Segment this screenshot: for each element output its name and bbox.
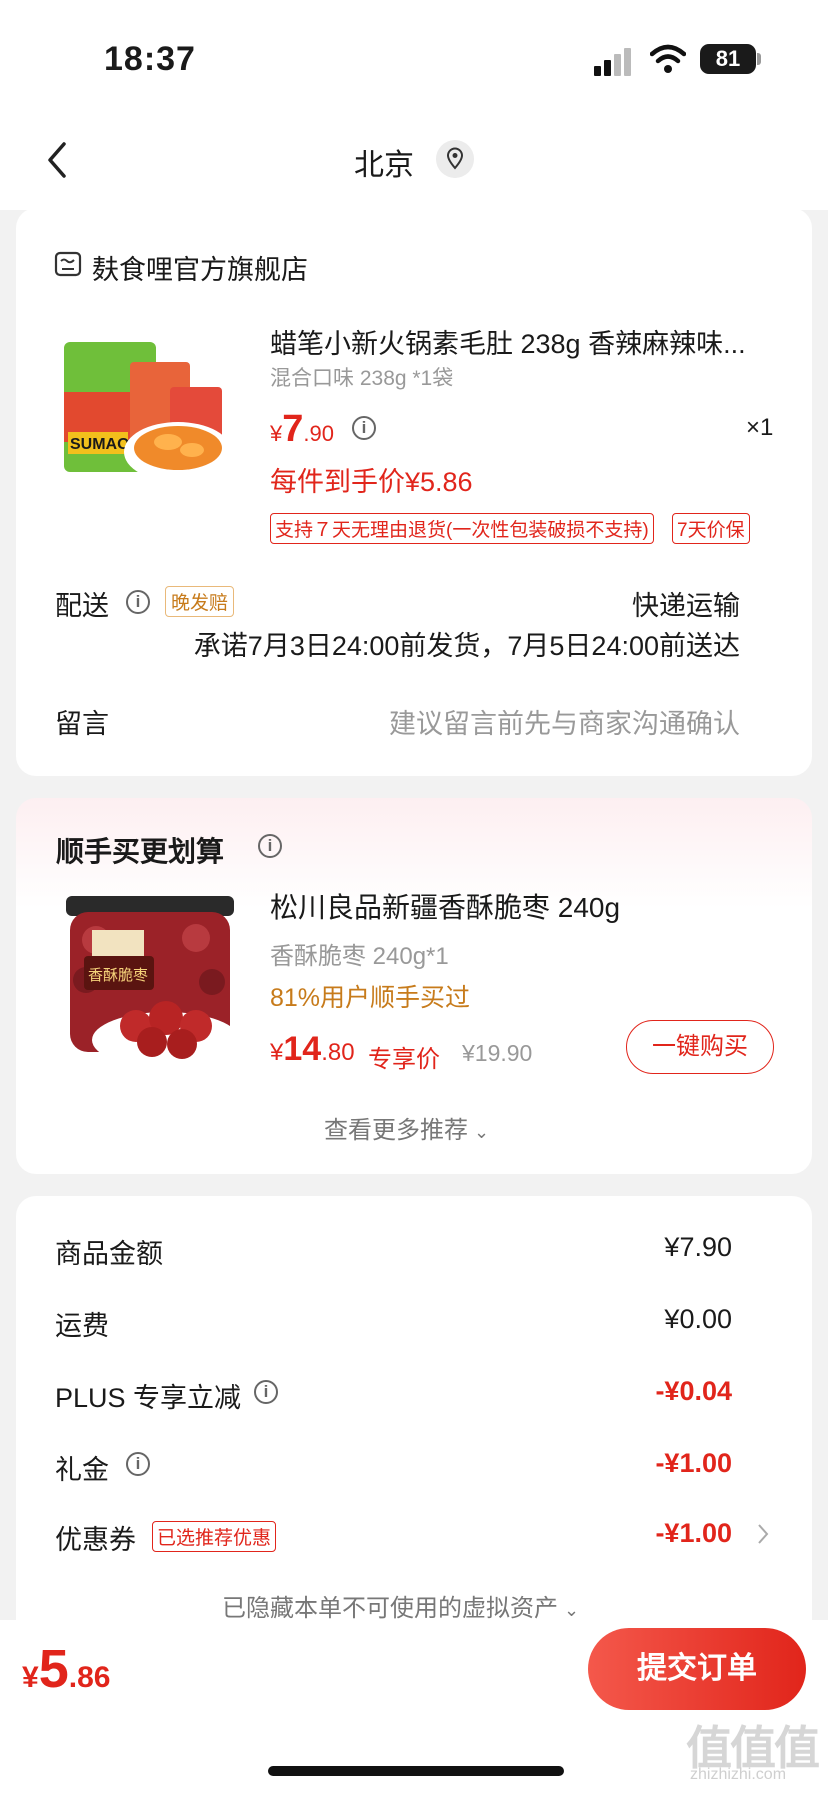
summary-row-value: ¥0.00 — [664, 1304, 732, 1334]
product-qty: ×1 — [746, 414, 774, 441]
total-price: ¥5.86 — [22, 1639, 111, 1699]
price-protect-tag: 7天价保 — [672, 513, 750, 544]
nav-city-title[interactable]: 北京 — [354, 140, 414, 184]
delivery-info-icon[interactable] — [126, 590, 150, 614]
signal-icon — [594, 48, 636, 76]
product-spec[interactable]: 混合口味 238g *1袋 — [270, 362, 453, 392]
summary-row-value: ¥7.90 — [664, 1232, 732, 1262]
back-icon[interactable] — [44, 140, 74, 180]
recommend-product-image[interactable]: 香酥脆枣 — [56, 890, 244, 1074]
svg-text:香酥脆枣: 香酥脆枣 — [88, 966, 148, 984]
plus-info-icon[interactable] — [254, 1380, 278, 1404]
recommend-price: ¥14.80 — [270, 1030, 355, 1068]
chevron-right-icon[interactable] — [756, 1522, 770, 1546]
return-policy-tag: 支持７天无理由退货(一次性包装破损不支持) — [270, 513, 654, 544]
price-info-icon[interactable] — [352, 416, 376, 440]
watermark-url: zhizhizhi.com — [690, 1766, 787, 1783]
delivery-method[interactable]: 快递运输 — [632, 584, 740, 623]
svg-text:SUMAO: SUMAO — [70, 436, 130, 453]
gift-info-icon[interactable] — [126, 1452, 150, 1476]
submit-order-button[interactable]: 提交订单 — [588, 1628, 806, 1710]
home-indicator — [268, 1766, 564, 1776]
status-time: 18:37 — [104, 40, 196, 78]
product-title[interactable]: 蜡笔小新火锅素毛肚 238g 香辣麻辣味... — [270, 322, 776, 361]
store-icon — [54, 251, 82, 277]
recommend-info-icon[interactable] — [258, 834, 282, 858]
unit-price: 每件到手价¥5.86 — [270, 467, 473, 497]
location-icon[interactable] — [436, 140, 474, 178]
coupon-row-label[interactable]: 优惠券 — [55, 1518, 136, 1557]
one-click-buy-button[interactable]: 一键购买 — [626, 1020, 774, 1074]
summary-row-value: -¥0.04 — [655, 1376, 732, 1406]
nav-bar — [0, 120, 828, 210]
hidden-assets-link[interactable]: 已隐藏本单不可使用的虚拟资产 ⌄ — [222, 1588, 579, 1623]
battery-icon: 81 — [700, 44, 756, 74]
summary-row-value: -¥1.00 — [655, 1448, 732, 1478]
recommend-product-name[interactable]: 松川良品新疆香酥脆枣 240g — [270, 886, 620, 926]
recommend-title: 顺手买更划算 — [56, 836, 225, 867]
recommend-product-spec: 香酥脆枣 240g*1 — [270, 943, 449, 970]
coupon-row-value[interactable]: -¥1.00 — [655, 1518, 732, 1549]
coupon-badge: 已选推荐优惠 — [152, 1521, 277, 1552]
exclusive-price-label: 专享价 — [368, 1046, 440, 1073]
summary-row-label: PLUS 专享立减 — [55, 1383, 242, 1413]
summary-row-label: 礼金 — [55, 1455, 109, 1485]
chevron-down-icon: ⌄ — [564, 1600, 580, 1620]
store-name[interactable]: 麸食哩官方旗舰店 — [92, 248, 308, 287]
product-image[interactable]: SUMAO — [60, 332, 240, 492]
message-input[interactable]: 建议留言前先与商家沟通确认 — [389, 702, 740, 741]
summary-row-label: 运费 — [55, 1311, 109, 1341]
wifi-icon — [650, 44, 686, 73]
battery-tip — [757, 53, 761, 65]
message-label: 留言 — [55, 709, 109, 739]
product-price: ¥7.90 — [270, 408, 334, 450]
original-price: ¥19.90 — [462, 1040, 533, 1066]
delivery-promise: 承诺7月3日24:00前发货，7月5日24:00前送达 — [193, 631, 740, 661]
more-recommend-link[interactable]: 查看更多推荐 ⌄ — [324, 1110, 489, 1145]
late-compensation-badge: 晚发赔 — [165, 586, 235, 617]
delivery-label: 配送 — [55, 591, 109, 621]
chevron-down-icon: ⌄ — [474, 1122, 490, 1142]
summary-row-label: 商品金额 — [55, 1239, 163, 1269]
recommend-purchase-stat: 81%用户顺手买过 — [270, 984, 471, 1012]
